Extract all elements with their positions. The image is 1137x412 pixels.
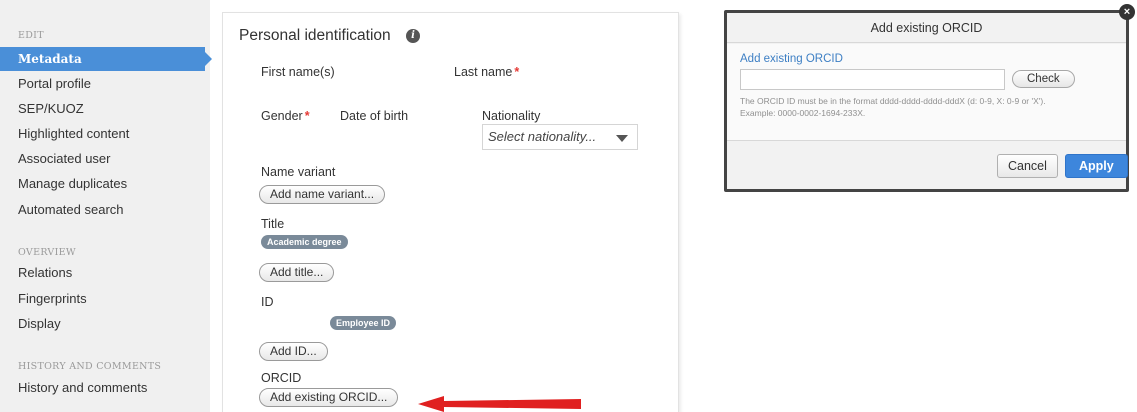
name-variant-label: Name variant xyxy=(261,165,336,179)
sidebar-item-sep-kuoz[interactable]: SEP/KUOZ xyxy=(0,97,210,121)
sidebar: EDIT Metadata Portal profile SEP/KUOZ Hi… xyxy=(0,0,212,412)
red-arrow-annotation xyxy=(418,396,581,412)
sidebar-item-metadata[interactable]: Metadata xyxy=(0,47,212,71)
add-existing-orcid-button[interactable]: Add existing ORCID... xyxy=(259,388,399,407)
help-line-format: The ORCID ID must be in the format dddd-… xyxy=(740,96,1046,106)
sidebar-item-automated-search[interactable]: Automated search xyxy=(0,198,210,222)
orcid-input[interactable] xyxy=(740,69,1005,90)
sidebar-heading-overview: OVERVIEW xyxy=(18,247,76,258)
close-icon[interactable]: × xyxy=(1119,4,1135,20)
academic-degree-badge: Academic degree xyxy=(261,235,348,249)
nationality-select[interactable]: Select nationality... xyxy=(482,124,638,150)
sidebar-heading-history: HISTORY AND COMMENTS xyxy=(18,361,162,372)
sidebar-item-relations[interactable]: Relations xyxy=(0,261,210,285)
dialog-title: Add existing ORCID xyxy=(727,13,1126,43)
required-marker: * xyxy=(304,109,310,123)
sidebar-item-manage-duplicates[interactable]: Manage duplicates xyxy=(0,172,210,196)
employee-id-badge: Employee ID xyxy=(330,316,397,330)
nationality-select-value: Select nationality... xyxy=(488,129,597,144)
page-title: Personal identification xyxy=(239,27,391,44)
add-name-variant-button[interactable]: Add name variant... xyxy=(259,185,386,204)
cancel-button[interactable]: Cancel xyxy=(997,154,1058,178)
sidebar-heading-edit: EDIT xyxy=(18,30,44,41)
sidebar-item-fingerprints[interactable]: Fingerprints xyxy=(0,287,210,311)
info-icon[interactable]: i xyxy=(406,29,420,43)
chevron-down-icon xyxy=(616,135,628,142)
add-orcid-dialog: Add existing ORCID × Add existing ORCID … xyxy=(724,4,1135,192)
sidebar-item-display[interactable]: Display xyxy=(0,312,210,336)
orcid-label: ORCID xyxy=(261,371,302,385)
sidebar-item-highlighted-content[interactable]: Highlighted content xyxy=(0,122,210,146)
add-title-button[interactable]: Add title... xyxy=(259,263,335,282)
title-label: Title xyxy=(261,217,285,231)
required-marker: * xyxy=(514,65,520,79)
add-id-button[interactable]: Add ID... xyxy=(259,342,328,361)
id-label: ID xyxy=(261,295,274,309)
date-of-birth-label: Date of birth xyxy=(340,109,409,123)
sidebar-item-associated-user[interactable]: Associated user xyxy=(0,147,210,171)
help-line-example: Example: 0000-0002-1694-233X. xyxy=(740,108,866,118)
dialog-body: Add existing ORCID Check The ORCID ID mu… xyxy=(727,44,1126,140)
sidebar-item-history-and-comments[interactable]: History and comments xyxy=(0,376,210,400)
first-name-label: First name(s) xyxy=(261,65,335,79)
orcid-field-label: Add existing ORCID xyxy=(740,53,843,65)
orcid-format-help: The ORCID ID must be in the format dddd-… xyxy=(740,95,1120,119)
apply-button[interactable]: Apply xyxy=(1065,154,1128,178)
personal-identification-card: Personal identification i First name(s) … xyxy=(222,12,679,412)
last-name-label: Last name * xyxy=(454,65,520,79)
gender-label: Gender * xyxy=(261,109,310,123)
check-button[interactable]: Check xyxy=(1012,70,1075,88)
sidebar-item-portal-profile[interactable]: Portal profile xyxy=(0,72,210,96)
nationality-label: Nationality xyxy=(482,109,541,123)
arrow-shape xyxy=(418,396,581,412)
dialog-footer: Cancel Apply xyxy=(727,140,1128,189)
